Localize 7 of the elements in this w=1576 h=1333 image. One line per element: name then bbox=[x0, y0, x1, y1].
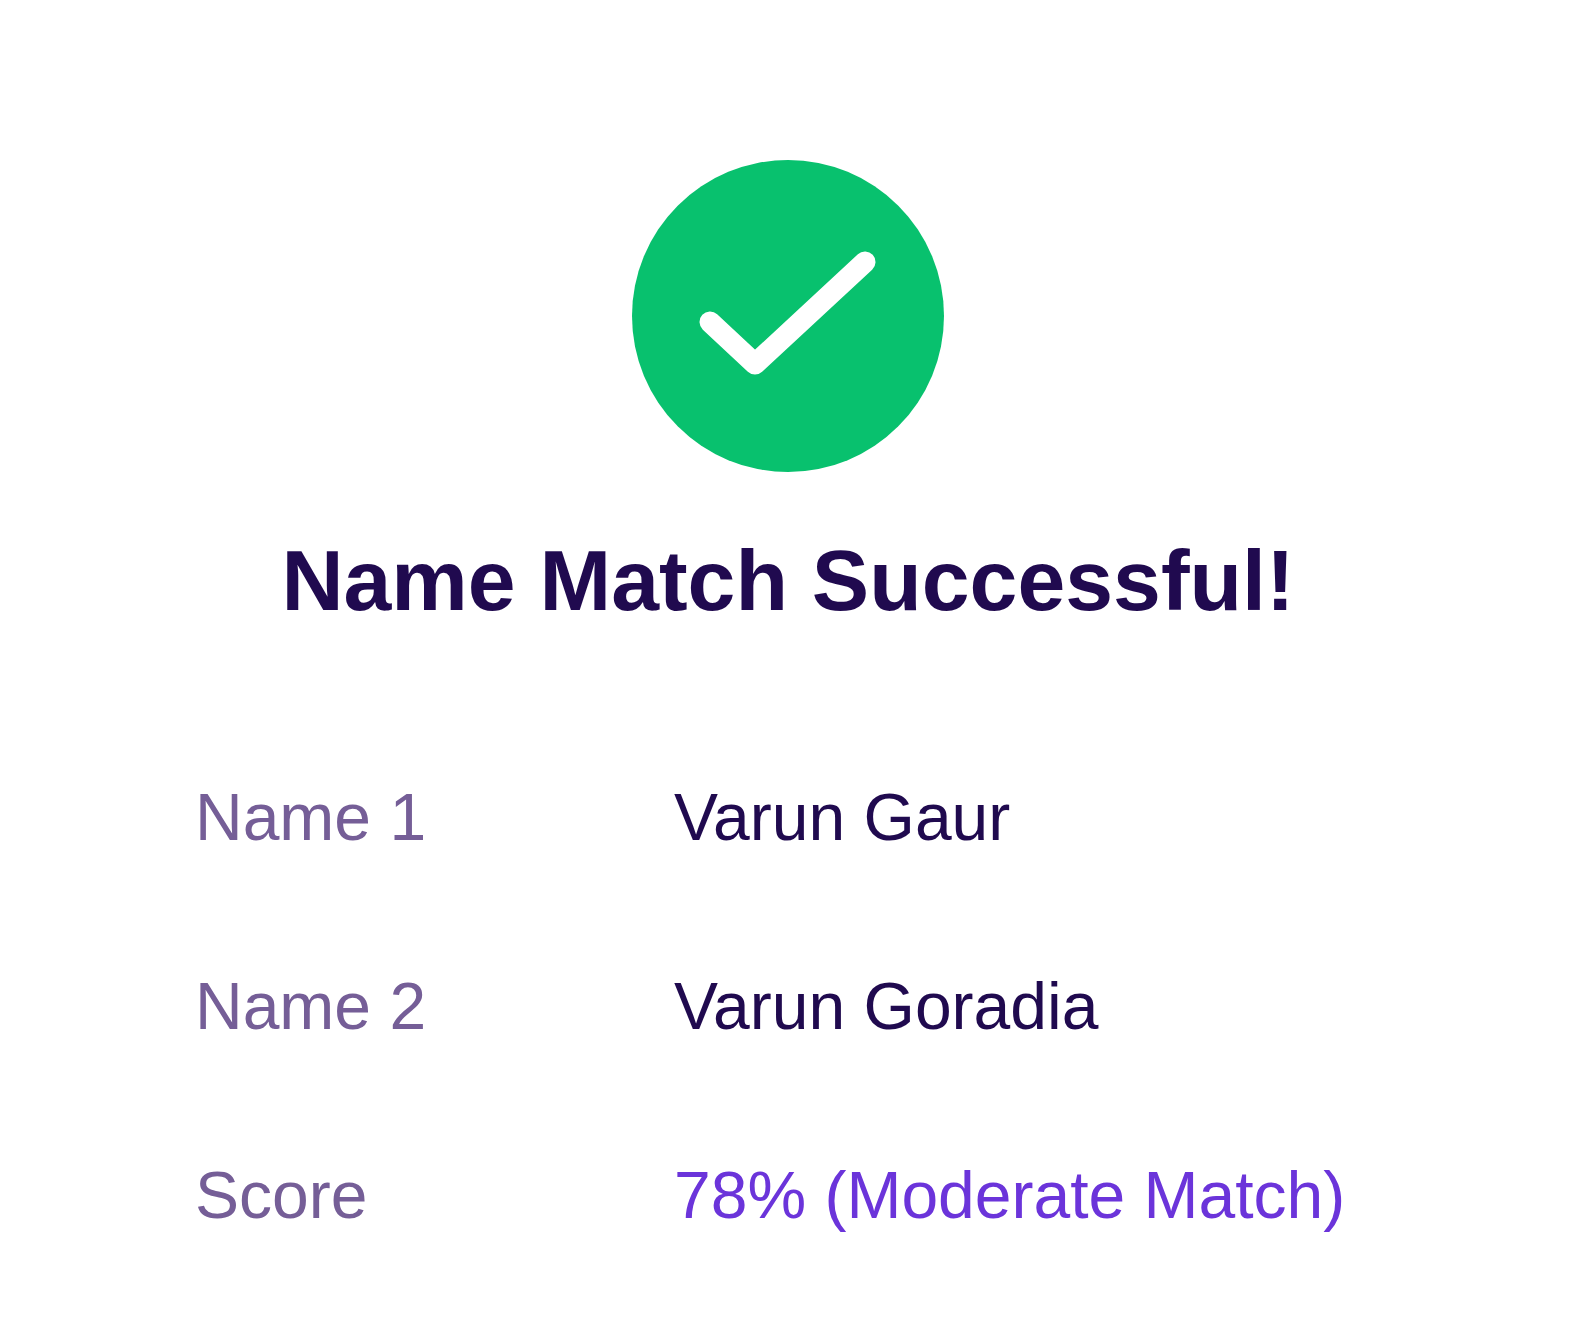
field-label: Score bbox=[195, 1157, 368, 1232]
field-label: Name 2 bbox=[195, 968, 427, 1043]
field-value: Varun Gaur bbox=[674, 783, 1011, 850]
field-label: Name 1 bbox=[195, 779, 427, 854]
check-circle-icon bbox=[632, 160, 944, 472]
success-title: Name Match Successful! bbox=[281, 537, 1295, 623]
field-value: Varun Goradia bbox=[674, 972, 1099, 1039]
